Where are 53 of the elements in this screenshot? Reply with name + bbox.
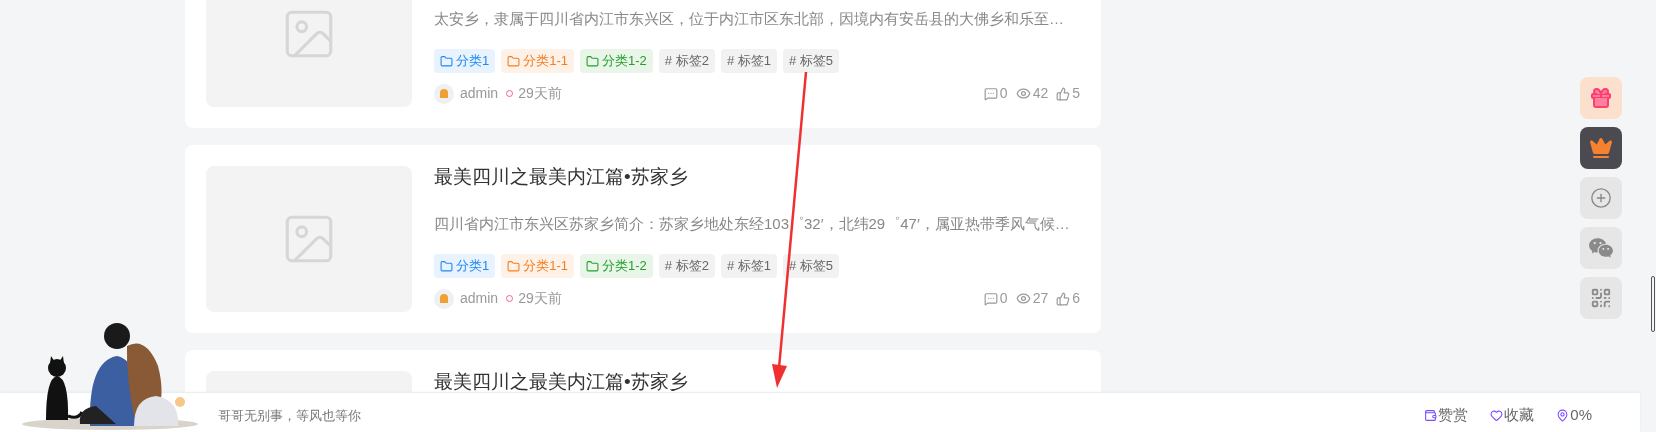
- thumbs-up-icon: [1056, 86, 1071, 101]
- eye-icon: [1015, 86, 1031, 101]
- post-title[interactable]: 最美四川之最美内江篇•苏家乡: [434, 372, 688, 392]
- post-excerpt: 太安乡，隶属于四川省内江市东兴区，位于内江市区东北部，因境内有安岳县的大佛乡和乐至…: [434, 9, 1064, 29]
- folder-icon: [586, 54, 600, 68]
- tag[interactable]: # 标签5: [783, 254, 840, 278]
- crown-icon: [1589, 136, 1613, 160]
- plus-icon: [1590, 187, 1612, 209]
- tag[interactable]: # 标签2: [658, 49, 715, 73]
- category-tag[interactable]: 分类1: [434, 254, 496, 278]
- author-name[interactable]: admin: [460, 83, 499, 104]
- side-button[interactable]: [1580, 77, 1622, 119]
- folder-icon: [507, 54, 521, 68]
- post-time: 29天前: [518, 289, 562, 308]
- scrollbar[interactable]: [1651, 276, 1655, 332]
- comment-count: 0: [999, 289, 1008, 308]
- category-tag[interactable]: 分类1-2: [580, 254, 653, 278]
- qr-code-icon: [1590, 287, 1612, 309]
- avatar[interactable]: [434, 288, 454, 309]
- footer-motto: 哥哥无别事，等风也等你: [218, 406, 361, 425]
- footer-action[interactable]: 收藏: [1490, 404, 1535, 427]
- comment-icon: [983, 86, 998, 101]
- wallet-icon: [1424, 409, 1438, 422]
- eye-icon: [1015, 291, 1031, 306]
- gift-icon: [1589, 86, 1613, 110]
- comment-count: 0: [999, 84, 1008, 103]
- thumbnail-placeholder[interactable]: [206, 0, 412, 107]
- tag[interactable]: # 标签2: [658, 254, 715, 278]
- footer-action[interactable]: 赞赏: [1424, 404, 1469, 427]
- footer-action[interactable]: 0%: [1556, 404, 1592, 427]
- post-time: 29天前: [518, 84, 562, 103]
- comment-icon: [983, 291, 998, 306]
- pin-icon: [1556, 409, 1570, 422]
- tag[interactable]: # 标签5: [783, 49, 840, 73]
- folder-icon: [586, 259, 600, 273]
- folder-icon: [440, 259, 453, 273]
- avatar[interactable]: [434, 83, 454, 104]
- folder-icon: [507, 259, 521, 273]
- thumbnail-placeholder[interactable]: [206, 166, 412, 312]
- tag[interactable]: # 标签1: [720, 254, 777, 278]
- view-count: 42: [1032, 84, 1049, 103]
- category-tag[interactable]: 分类1: [434, 49, 496, 73]
- like-count: 6: [1072, 289, 1080, 308]
- side-button[interactable]: [1580, 127, 1622, 169]
- thumbs-up-icon: [1056, 291, 1071, 306]
- heart-icon: [1490, 409, 1504, 422]
- view-count: 27: [1032, 289, 1049, 308]
- author-name[interactable]: admin: [460, 288, 499, 309]
- tag[interactable]: # 标签1: [720, 49, 777, 73]
- post-title[interactable]: 最美四川之最美内江篇•苏家乡: [434, 167, 688, 187]
- like-count: 5: [1072, 84, 1080, 103]
- folder-icon: [440, 54, 453, 68]
- category-tag[interactable]: 分类1-2: [580, 49, 653, 73]
